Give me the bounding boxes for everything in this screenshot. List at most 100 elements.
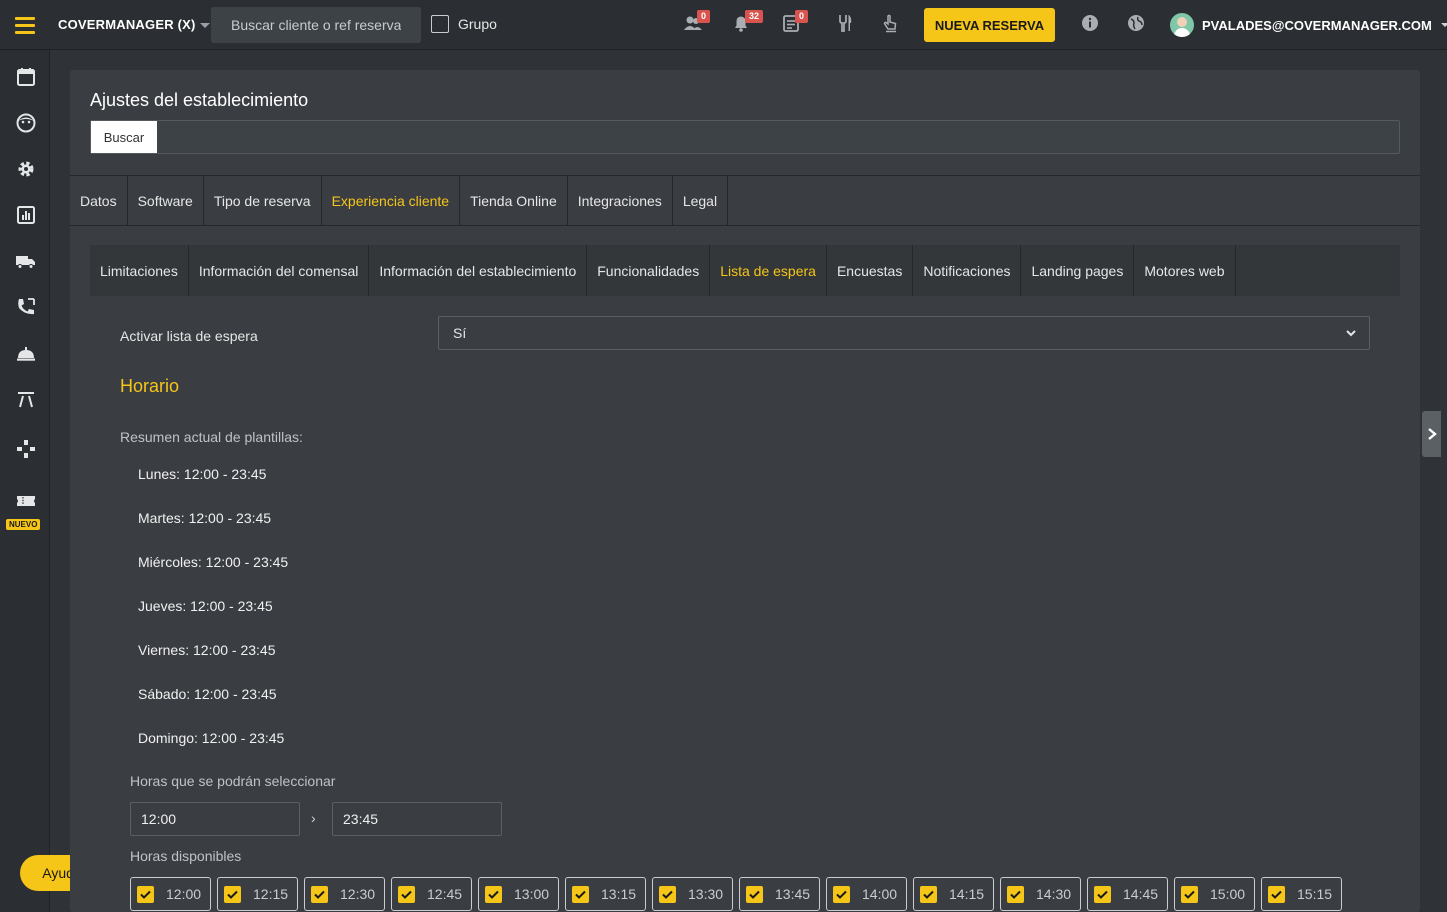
time-slot-label: 14:30 [1036,886,1072,902]
subtab-lista-de-espera[interactable]: Lista de espera [710,245,827,296]
checkbox-checked-icon[interactable] [746,885,763,903]
time-slot-label: 13:00 [514,886,550,902]
checkbox-checked-icon[interactable] [311,885,328,903]
subtab-motores-web[interactable]: Motores web [1134,245,1236,296]
sub-tabs: Limitaciones Información del comensal In… [90,245,1400,296]
tasks-badge: 0 [795,10,809,23]
tab-tienda-online[interactable]: Tienda Online [460,176,568,225]
grupo-toggle[interactable]: Grupo [431,15,497,33]
chevron-down-icon [1440,23,1447,27]
time-slot[interactable]: 14:00 [826,877,907,911]
phone-icon[interactable] [15,296,37,318]
subtab-limitaciones[interactable]: Limitaciones [90,245,189,296]
activate-waitlist-label: Activar lista de espera [120,328,258,344]
time-slot[interactable]: 12:30 [304,877,385,911]
search-button[interactable]: Buscar [91,121,157,153]
time-slot-label: 14:45 [1123,886,1159,902]
activate-waitlist-select[interactable]: Sí [438,316,1370,350]
time-slot-label: 13:15 [601,886,637,902]
new-tag: NUEVO [6,519,41,530]
grupo-label: Grupo [458,16,497,32]
subtab-informacion-comensal[interactable]: Información del comensal [189,245,370,296]
chevron-down-icon [1346,330,1356,337]
tab-datos[interactable]: Datos [70,176,128,225]
settings-panel: Ajustes del establecimiento Buscar Datos… [70,70,1420,912]
checkbox-checked-icon[interactable] [1094,885,1111,903]
gear-icon[interactable] [15,158,37,180]
time-slot-label: 14:00 [862,886,898,902]
checkbox-checked-icon[interactable] [485,885,502,903]
settings-search-input[interactable] [157,121,1399,153]
tab-experiencia-cliente[interactable]: Experiencia cliente [322,176,461,225]
checkbox-checked-icon[interactable] [572,885,589,903]
checkbox-checked-icon[interactable] [224,885,241,903]
ticket-icon[interactable] [15,490,37,512]
road-icon[interactable] [15,388,37,410]
time-slot[interactable]: 13:15 [565,877,646,911]
time-slot[interactable]: 15:15 [1261,877,1342,911]
selectable-hours-label: Horas que se podrán seleccionar [130,773,336,789]
clients-badge: 0 [697,10,711,23]
clients-icon[interactable]: 0 [683,10,711,37]
activate-waitlist-value: Sí [453,325,467,341]
tab-integraciones[interactable]: Integraciones [568,176,673,225]
time-slot[interactable]: 12:00 [130,877,211,911]
venue-selector[interactable]: COVERMANAGER (X) [58,17,210,32]
time-slot[interactable]: 13:45 [739,877,820,911]
chart-icon[interactable] [15,204,37,226]
truck-icon[interactable] [15,250,37,272]
subtab-landing-pages[interactable]: Landing pages [1021,245,1135,296]
tab-tipo-de-reserva[interactable]: Tipo de reserva [204,176,322,225]
notifications-badge: 32 [745,10,764,23]
checkbox-checked-icon[interactable] [920,885,937,903]
checkbox-checked-icon[interactable] [1181,885,1198,903]
face-icon[interactable] [15,112,37,134]
calendar-icon[interactable] [15,66,37,88]
cutlery-icon[interactable] [835,13,859,37]
tab-legal[interactable]: Legal [673,176,729,225]
checkbox-checked-icon[interactable] [137,885,154,903]
time-slot[interactable]: 13:00 [478,877,559,911]
checkbox-checked-icon[interactable] [1268,885,1285,903]
checkbox-checked-icon[interactable] [659,885,676,903]
schedule-heading: Horario [120,376,180,396]
menu-icon[interactable] [0,0,50,50]
checkbox-checked-icon[interactable] [833,885,850,903]
gamepad-icon[interactable] [15,438,37,460]
new-reservation-button[interactable]: NUEVA RESERVA [924,8,1055,42]
grupo-checkbox[interactable] [431,15,449,33]
time-slot[interactable]: 14:45 [1087,877,1168,911]
main-tabs: Datos Software Tipo de reserva Experienc… [70,175,1420,226]
day-schedule: Domingo: 12:00 - 23:45 [138,730,285,746]
time-slot-label: 12:45 [427,886,463,902]
time-slot[interactable]: 14:30 [1000,877,1081,911]
from-time-value: 12:00 [141,811,177,827]
time-slot[interactable]: 12:45 [391,877,472,911]
bell-icon[interactable]: 32 [731,10,764,37]
search-input[interactable] [211,7,421,43]
subtab-funcionalidades[interactable]: Funcionalidades [587,245,711,296]
from-time-input[interactable]: 12:00 [130,802,300,836]
sidebar: NUEVO [0,50,50,912]
globe-icon[interactable] [1126,13,1150,37]
time-slot[interactable]: 15:00 [1174,877,1255,911]
subtab-notificaciones[interactable]: Notificaciones [913,245,1022,296]
checkbox-checked-icon[interactable] [398,885,415,903]
time-slot-label: 13:30 [688,886,724,902]
tab-software[interactable]: Software [128,176,204,225]
subtab-informacion-establecimiento[interactable]: Información del establecimiento [369,245,588,296]
time-slot[interactable]: 14:15 [913,877,994,911]
time-slot[interactable]: 13:30 [652,877,733,911]
expand-panel-button[interactable] [1422,411,1441,457]
to-time-input[interactable]: 23:45 [332,802,502,836]
info-icon[interactable] [1080,13,1104,37]
checkbox-checked-icon[interactable] [1007,885,1024,903]
task-list-icon[interactable]: 0 [781,10,809,37]
time-slot[interactable]: 12:15 [217,877,298,911]
hand-pointer-icon[interactable] [880,13,904,37]
venue-name: COVERMANAGER (X) [58,17,196,32]
subtab-encuestas[interactable]: Encuestas [827,245,914,296]
user-menu[interactable]: PVALADES@COVERMANAGER.COM [1170,13,1447,37]
service-bell-icon[interactable] [15,342,37,364]
time-slots: 12:00 12:15 12:30 12:45 13:00 13:15 13:30 13:45… [130,877,1342,911]
